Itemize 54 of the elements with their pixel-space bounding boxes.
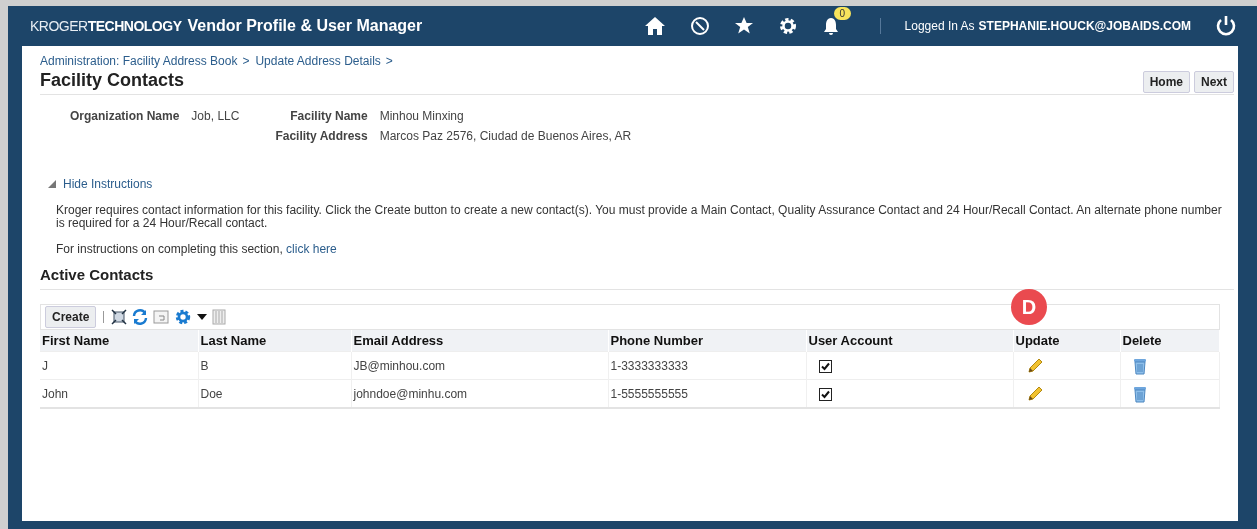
dropdown-caret-icon[interactable] [197,313,208,321]
table-cell: 1-3333333333 [608,351,806,380]
column-header[interactable]: Phone Number [608,330,806,352]
refresh-icon[interactable] [132,309,149,325]
power-icon[interactable] [1215,15,1237,37]
table-cell: Doe [198,379,351,408]
section-title: Active Contacts [40,266,1234,290]
breadcrumb-link[interactable]: Administration: Facility Address Book [40,54,238,68]
table-cell: 1-5555555555 [608,379,806,408]
page-title: Facility Contacts [40,70,185,91]
instructions-text: Kroger requires contact information for this facility. Click the Create button to create a new contact(s). You must provide a Main Contact, Quality Assurance Contact and 24 Hour/Recall Contact. An alternate phone number is required for a 24 Hour/Recall contact. [56,204,1223,230]
field-value: Minhou Minxing [379,109,465,123]
column-header[interactable]: Update [1013,330,1120,352]
field-label: Organization Name [70,109,180,125]
notification-badge: 0 [833,7,852,20]
field-label: Facility Address [275,129,368,143]
field-value: Marcos Paz 2576, Ciudad de Buenos Aires, AR [379,129,632,143]
settings-icon[interactable] [777,16,798,36]
field-value: Job, LLC [191,109,240,125]
column-header[interactable]: First Name [40,330,198,352]
home-icon[interactable] [643,16,666,36]
field-label: Facility Name [289,109,368,123]
star-icon[interactable] [733,16,754,36]
column-header[interactable]: User Account [806,330,1013,352]
table-cell: B [198,351,351,380]
step-marker: D [1011,289,1047,325]
instructions-link-text: For instructions on completing this section, click here [56,243,338,256]
nav-button[interactable]: Home [1142,71,1190,93]
settings-icon[interactable] [174,308,193,326]
app-title: Vendor Profile & User Manager [187,17,423,35]
column-header[interactable]: Email Address [351,330,608,352]
trash-icon[interactable] [1132,385,1147,403]
trash-icon[interactable] [1132,357,1147,375]
hide-instructions-link[interactable]: Hide Instructions [63,177,153,191]
create-button[interactable]: Create [45,306,97,328]
table-cell: John [40,379,198,408]
collapse-triangle-icon[interactable] [47,179,57,189]
bell-icon[interactable] [821,15,840,37]
column-header[interactable]: Delete [1120,330,1220,352]
nav-button[interactable]: Next [1194,71,1234,93]
pencil-icon[interactable] [1025,357,1044,375]
click-here-link[interactable]: click here [286,242,337,256]
logo: KROGERTECHNOLOGY [30,18,182,34]
breadcrumb-separator: > [385,54,393,68]
column-header[interactable]: Last Name [198,330,351,352]
pencil-icon[interactable] [1025,385,1044,403]
breadcrumb-link[interactable]: Update Address Details [255,54,381,68]
table-cell: johndoe@minhu.com [351,379,608,408]
table-cell: J [40,351,198,380]
detach-icon[interactable] [111,309,128,325]
logged-in-label: Logged In As [904,19,975,33]
breadcrumb-separator: > [242,54,250,68]
user-email: STEPHANIE.HOUCK@JOBAIDS.COM [978,19,1191,33]
table-cell: JB@minhou.com [351,351,608,380]
